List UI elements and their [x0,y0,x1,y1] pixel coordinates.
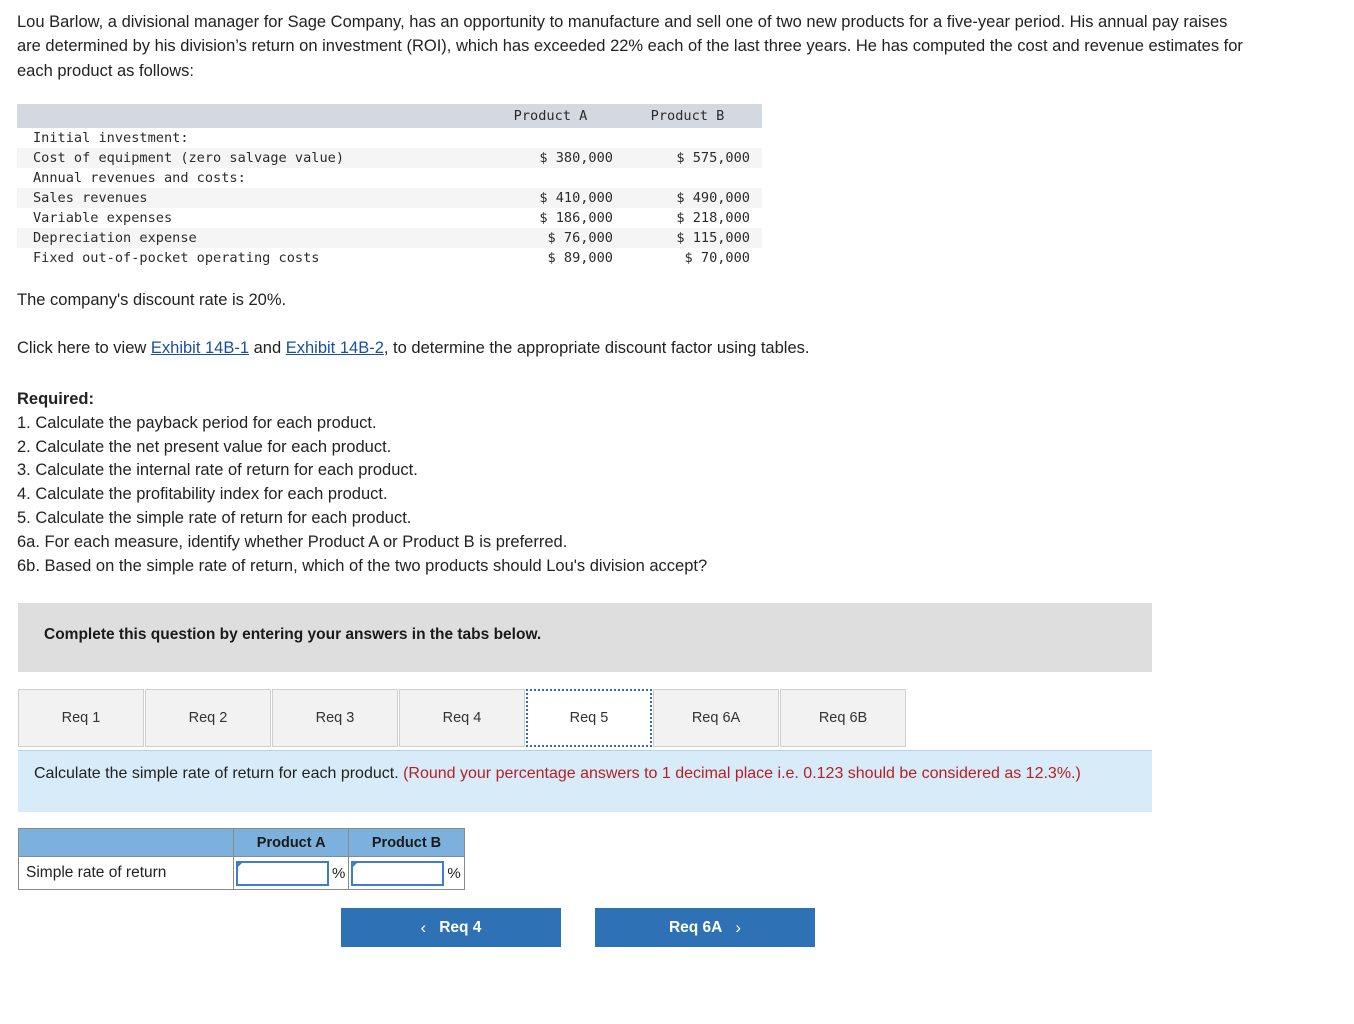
percent-label-b: % [447,864,461,882]
requirement-item-5: 5. Calculate the simple rate of return f… [17,508,412,527]
row-label: Fixed out-of-pocket operating costs [33,250,320,266]
answer-cell-product-b: % [348,856,465,890]
chevron-right-icon: › [735,918,742,937]
required-heading: Required: [17,390,95,408]
row-value-a: $ 186,000 [539,210,613,226]
requirement-tabstrip: Req 1 Req 2 Req 3 Req 4 Req 5 Req 6A Req… [18,689,907,747]
next-req-button-label: Req 6A [668,918,723,936]
intro-paragraph: Lou Barlow, a divisional manager for Sag… [17,13,1243,80]
answer-header-product-b: Product B [348,828,465,857]
row-value-b [625,168,762,188]
instruction-text-black: Calculate the simple rate of return for … [34,765,404,782]
complete-question-banner-text: Complete this question by entering your … [44,626,542,643]
row-value-a: $ 76,000 [488,228,625,248]
row-label: Cost of equipment (zero salvage value) [17,148,488,168]
row-value-b: $ 490,000 [625,188,762,208]
row-value-b: $ 218,000 [676,210,750,226]
table-row: Depreciation expense $ 76,000 $ 115,000 [17,228,762,248]
answer-row-label: Simple rate of return [18,856,234,890]
required-section: Required: 1. Calculate the payback perio… [17,388,707,578]
answer-table: Product A Product B Simple rate of retur… [18,828,465,890]
row-value-a [488,168,625,188]
row-value-b: $ 115,000 [625,228,762,248]
requirement-item-3: 3. Calculate the internal rate of return… [17,461,418,480]
table-row: Variable expenses $ 186,000 $ 218,000 [17,208,762,228]
tab-req-4[interactable]: Req 4 [399,689,525,747]
table-row: Fixed out-of-pocket operating costs $ 89… [17,248,762,268]
exhibit-14b-2-link[interactable]: Exhibit 14B-2 [286,339,384,357]
row-value-a: $ 410,000 [488,188,625,208]
requirement-item-4: 4. Calculate the profitability index for… [17,485,388,504]
exhibit-prefix: Click here to view [17,339,151,357]
percent-label-a: % [332,864,346,882]
row-value-b [625,128,762,148]
answer-table-body: Product A Product B Simple rate of retur… [18,828,465,890]
instruction-text-red: (Round your percentage answers to 1 deci… [403,765,1081,782]
input-wrap-b: % [349,857,463,889]
requirement-item-6b: 6b. Based on the simple rate of return, … [17,556,708,575]
simple-rate-of-return-input-a[interactable] [236,860,329,886]
row-value-b: $ 575,000 [625,148,762,168]
answer-table-row: Simple rate of return % % [18,856,465,890]
requirement-item-1: 1. Calculate the payback period for each… [17,413,377,432]
row-value-a [488,128,625,148]
row-label: Annual revenues and costs: [33,170,246,186]
table-row: Annual revenues and costs: [17,168,762,188]
answer-table-header-row: Product A Product B [18,828,465,857]
row-label: Initial investment: [33,130,189,146]
tab-instruction-bar: Calculate the simple rate of return for … [18,750,1152,812]
table-header-row: Product A Product B [17,104,762,128]
column-header-product-a: Product A [488,104,625,128]
row-label: Variable expenses [33,210,173,226]
row-value-a: $ 89,000 [547,250,613,266]
row-value-b: $ 70,000 [684,250,750,266]
tab-req-5[interactable]: Req 5 [526,689,652,747]
exhibit-14b-1-link[interactable]: Exhibit 14B-1 [151,339,249,357]
row-label: Sales revenues [17,188,488,208]
tab-req-1[interactable]: Req 1 [18,689,144,747]
financial-data-table: Product A Product B Initial investment: … [17,104,762,268]
input-wrap-a: % [234,857,348,889]
exhibit-links-text: Click here to view Exhibit 14B-1 and Exh… [17,339,809,358]
prev-req-button-label: Req 4 [439,918,482,936]
table-row: Sales revenues $ 410,000 $ 490,000 [17,188,762,208]
tab-req-2[interactable]: Req 2 [145,689,271,747]
table-row: Initial investment: [17,128,762,148]
tab-req-6a[interactable]: Req 6A [653,689,779,747]
financial-data-table-body: Product A Product B Initial investment: … [17,104,762,268]
exhibit-middle: and [249,339,286,357]
answer-header-corner [18,828,234,857]
row-value-a: $ 380,000 [488,148,625,168]
requirement-item-6a: 6a. For each measure, identify whether P… [17,532,568,551]
column-header-product-b: Product B [625,104,762,128]
tab-req-6b[interactable]: Req 6B [780,689,906,747]
navigation-buttons: ‹ Req 4 Req 6A › [341,908,815,947]
requirement-item-2: 2. Calculate the net present value for e… [17,437,392,456]
next-req-button[interactable]: Req 6A › [595,908,815,947]
answer-cell-product-a: % [232,856,350,890]
simple-rate-of-return-input-b[interactable] [351,860,445,886]
column-header-blank [17,104,488,128]
chevron-left-icon: ‹ [420,918,427,937]
discount-rate-text: The company's discount rate is 20%. [17,291,287,309]
prev-req-button[interactable]: ‹ Req 4 [341,908,561,947]
complete-question-banner: Complete this question by entering your … [18,603,1152,672]
tab-req-3[interactable]: Req 3 [272,689,398,747]
exhibit-suffix: , to determine the appropriate discount … [383,339,810,357]
row-label: Depreciation expense [17,228,488,248]
table-row: Cost of equipment (zero salvage value) $… [17,148,762,168]
answer-header-product-a: Product A [232,828,350,857]
